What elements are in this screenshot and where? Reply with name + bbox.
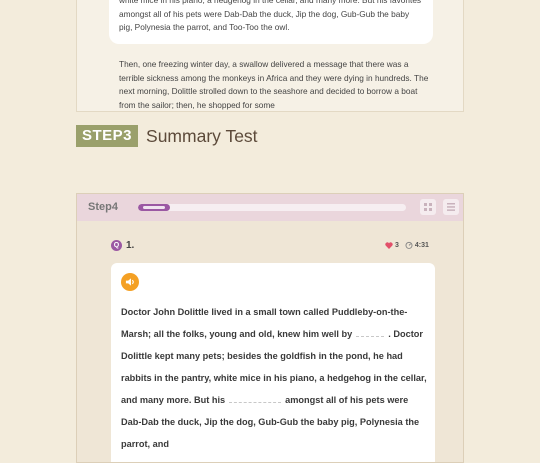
list-view-button[interactable] bbox=[443, 199, 459, 215]
reading-bubble: white mice in his piano, a hedgehog in t… bbox=[109, 0, 433, 44]
reading-bubble-text: white mice in his piano, a hedgehog in t… bbox=[119, 0, 422, 32]
progress-fill bbox=[138, 204, 171, 211]
quiz-panel: Step4 Q 1. 3 4:31 Doctor John Dolittle l… bbox=[76, 193, 464, 463]
step4-label: Step4 bbox=[88, 201, 118, 213]
question-passage: Doctor John Dolittle lived in a small to… bbox=[121, 301, 427, 455]
question-number: 1. bbox=[126, 240, 135, 251]
list-icon bbox=[447, 203, 455, 211]
quiz-header: Step4 bbox=[77, 194, 463, 221]
question-card: Doctor John Dolittle lived in a small to… bbox=[111, 263, 435, 462]
question-header: Q 1. bbox=[111, 240, 134, 251]
speaker-icon bbox=[125, 278, 134, 286]
heart-icon bbox=[385, 241, 393, 249]
hearts-count: 3 bbox=[395, 241, 399, 249]
question-icon: Q bbox=[111, 240, 122, 251]
answer-blank-1[interactable] bbox=[356, 327, 385, 337]
grid-view-button[interactable] bbox=[420, 199, 436, 215]
step3-badge: STEP3 bbox=[76, 125, 139, 147]
timer-value: 4:31 bbox=[414, 241, 429, 249]
question-stats: 3 4:31 bbox=[385, 241, 429, 249]
timer-icon bbox=[405, 241, 413, 249]
reading-passage: Then, one freezing winter day, a swallow… bbox=[119, 59, 429, 110]
audio-button[interactable] bbox=[121, 273, 139, 291]
reading-panel: white mice in his piano, a hedgehog in t… bbox=[76, 0, 464, 112]
progress-bar bbox=[138, 204, 406, 211]
answer-blank-2[interactable] bbox=[229, 393, 282, 403]
step3-title: Summary Test bbox=[146, 125, 258, 146]
grid-icon bbox=[424, 203, 432, 211]
step3-heading: STEP3 Summary Test bbox=[76, 125, 258, 147]
